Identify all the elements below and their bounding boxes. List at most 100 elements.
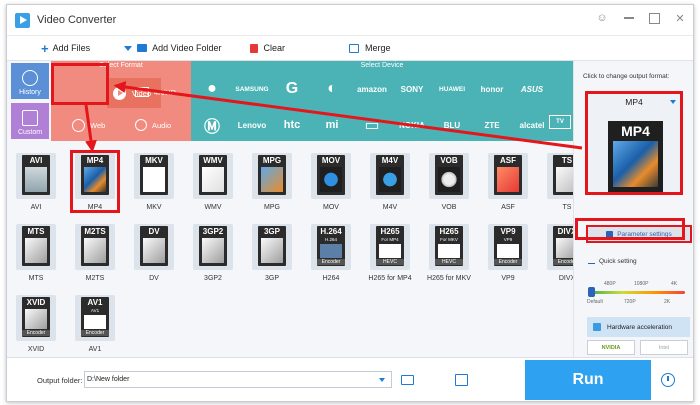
lg-icon[interactable]: ◐	[313, 79, 351, 99]
format-tile-box[interactable]: H265 For MP4 HEVC	[370, 224, 410, 270]
device-amazon[interactable]: amazon	[353, 79, 391, 99]
format-tile-3gp2[interactable]: 3GP2 3GP2	[192, 224, 234, 282]
slider-thumb[interactable]	[588, 287, 595, 297]
device-samsung[interactable]: SAMSUNG	[233, 79, 271, 99]
hardware-acceleration-toggle[interactable]: Hardware acceleration	[587, 317, 690, 337]
format-tile-m4v[interactable]: M4V M4V	[369, 153, 411, 211]
title-bar: Video Converter ☺ ✕	[7, 5, 693, 35]
open-folder-icon[interactable]	[455, 374, 468, 386]
screen-icon	[135, 87, 149, 97]
format-tile-box[interactable]: 3GP2	[193, 224, 233, 270]
format-tile-av1[interactable]: AV1 AV1 Encoder AV1	[74, 295, 116, 353]
format-icon-encoder-label: HEVC	[435, 259, 463, 265]
device-nokia[interactable]: NOKIA	[393, 115, 431, 135]
device-huawei[interactable]: HUAWEI	[433, 79, 471, 99]
quick-setting-slider[interactable]	[591, 291, 685, 294]
format-tile-vob[interactable]: VOB VOB	[428, 153, 470, 211]
dropdown-arrow-icon[interactable]	[124, 45, 133, 51]
browse-folder-icon[interactable]	[401, 375, 414, 385]
device-sony[interactable]: SONY	[393, 79, 431, 99]
add-video-folder-button[interactable]: Add Video Folder	[124, 43, 222, 53]
format-tile-box[interactable]: MP4	[75, 153, 115, 199]
format-tile-asf[interactable]: ASF ASF	[487, 153, 529, 211]
vob-format-icon: VOB	[435, 155, 463, 195]
format-tile-mp4[interactable]: MP4 MP4	[74, 153, 116, 211]
minimize-icon[interactable]	[622, 11, 636, 25]
nvidia-option[interactable]: NVIDIA	[587, 340, 635, 355]
format-tile-box[interactable]: DV	[134, 224, 174, 270]
format-tile-box[interactable]: 3GP	[252, 224, 292, 270]
device-zte[interactable]: ZTE	[473, 115, 511, 135]
run-button[interactable]: Run	[525, 360, 651, 400]
format-icon-label: 3GP2	[202, 227, 224, 236]
format-tile-3gp[interactable]: 3GP 3GP	[251, 224, 293, 282]
checkbox-icon[interactable]	[593, 323, 601, 331]
format-icon-encoder-label: Encoder	[494, 259, 522, 265]
format-tile-box[interactable]: AVI	[16, 153, 56, 199]
format-tile-xvid[interactable]: XVID Encoder XVID	[15, 295, 57, 353]
3gp2-format-icon: 3GP2	[199, 226, 227, 266]
output-folder-dropdown-icon[interactable]	[379, 378, 385, 382]
format-tile-box[interactable]: WMV	[193, 153, 233, 199]
format-tile-box[interactable]: MKV	[134, 153, 174, 199]
output-format-selector[interactable]: MP4 MP4	[585, 91, 683, 195]
alarm-icon[interactable]	[661, 373, 675, 387]
format-tile-avi[interactable]: AVI AVI	[15, 153, 57, 211]
device-mi[interactable]: mi	[313, 115, 351, 135]
format-tile-box[interactable]: H.264 H.264 Encoder	[311, 224, 351, 270]
format-tile-m2ts[interactable]: M2TS M2TS	[74, 224, 116, 282]
format-tile-box[interactable]: MTS	[16, 224, 56, 270]
merge-button[interactable]: Merge	[349, 43, 391, 53]
format-artwork-icon	[143, 167, 165, 192]
format-tile-h265-for-mkv[interactable]: H265 For MKV HEVC H265 for MKV	[427, 224, 471, 282]
format-tile-mkv[interactable]: MKV MKV	[133, 153, 175, 211]
google-icon[interactable]: G	[273, 79, 311, 99]
format-tile-h264[interactable]: H.264 H.264 Encoder H264	[310, 224, 352, 282]
output-folder-input[interactable]: D:\New folder	[84, 371, 392, 388]
tablet-icon[interactable]: ▭	[353, 115, 391, 135]
history-tab[interactable]: History	[11, 63, 49, 99]
category-audio-label: Audio	[152, 120, 172, 130]
format-tile-box[interactable]: MOV	[311, 153, 351, 199]
3gp-format-icon: 3GP	[258, 226, 286, 266]
format-tile-h265-for-mp4[interactable]: H265 For MP4 HEVC H265 for MP4	[368, 224, 412, 282]
motorola-icon[interactable]: Ⓜ	[193, 115, 231, 136]
device-asus[interactable]: ASUS	[513, 79, 551, 99]
format-tile-box[interactable]: VP9 VP9 Encoder	[488, 224, 528, 270]
device-htc[interactable]: htc	[273, 115, 311, 135]
intel-option[interactable]: Intel	[640, 340, 688, 355]
maximize-icon[interactable]	[649, 12, 660, 24]
chevron-down-icon[interactable]	[670, 100, 676, 104]
device-honor[interactable]: honor	[473, 79, 511, 99]
device-alcatel[interactable]: alcatel	[513, 115, 551, 135]
device-tv[interactable]: TV	[549, 115, 571, 129]
format-tile-wmv[interactable]: WMV WMV	[192, 153, 234, 211]
format-tile-box[interactable]: VOB	[429, 153, 469, 199]
apple-icon[interactable]: ●	[193, 79, 231, 99]
skin-icon[interactable]: ☺	[595, 11, 609, 25]
category-4k-hd-tab[interactable]: 4K/HD	[135, 87, 176, 97]
format-tile-mts[interactable]: MTS MTS	[15, 224, 57, 282]
parameter-settings-button[interactable]: Parameter settings	[586, 225, 692, 243]
format-tile-box[interactable]: H265 For MKV HEVC	[429, 224, 469, 270]
format-tile-box[interactable]: AV1 AV1 Encoder	[75, 295, 115, 341]
close-icon[interactable]: ✕	[673, 11, 687, 25]
format-tile-dv[interactable]: DV DV	[133, 224, 175, 282]
device-blu[interactable]: BLU	[433, 115, 471, 135]
clear-button[interactable]: Clear	[249, 43, 285, 53]
format-tile-box[interactable]: XVID Encoder	[16, 295, 56, 341]
format-tile-box[interactable]: M4V	[370, 153, 410, 199]
format-tile-box[interactable]: MPG	[252, 153, 292, 199]
format-icon-sublabel: H.264	[324, 237, 337, 242]
category-audio-tab[interactable]: Audio	[135, 119, 171, 131]
category-web-tab[interactable]: Web	[72, 119, 105, 132]
format-tile-vp9[interactable]: VP9 VP9 Encoder VP9	[487, 224, 529, 282]
format-tile-mov[interactable]: MOV MOV	[310, 153, 352, 211]
custom-tab[interactable]: Custom	[11, 103, 49, 139]
parameter-settings-label: Parameter settings	[617, 230, 672, 238]
format-tile-box[interactable]: M2TS	[75, 224, 115, 270]
format-tile-mpg[interactable]: MPG MPG	[251, 153, 293, 211]
device-lenovo[interactable]: Lenovo	[233, 115, 271, 135]
add-files-button[interactable]: + Add Files	[41, 42, 90, 55]
format-tile-box[interactable]: ASF	[488, 153, 528, 199]
